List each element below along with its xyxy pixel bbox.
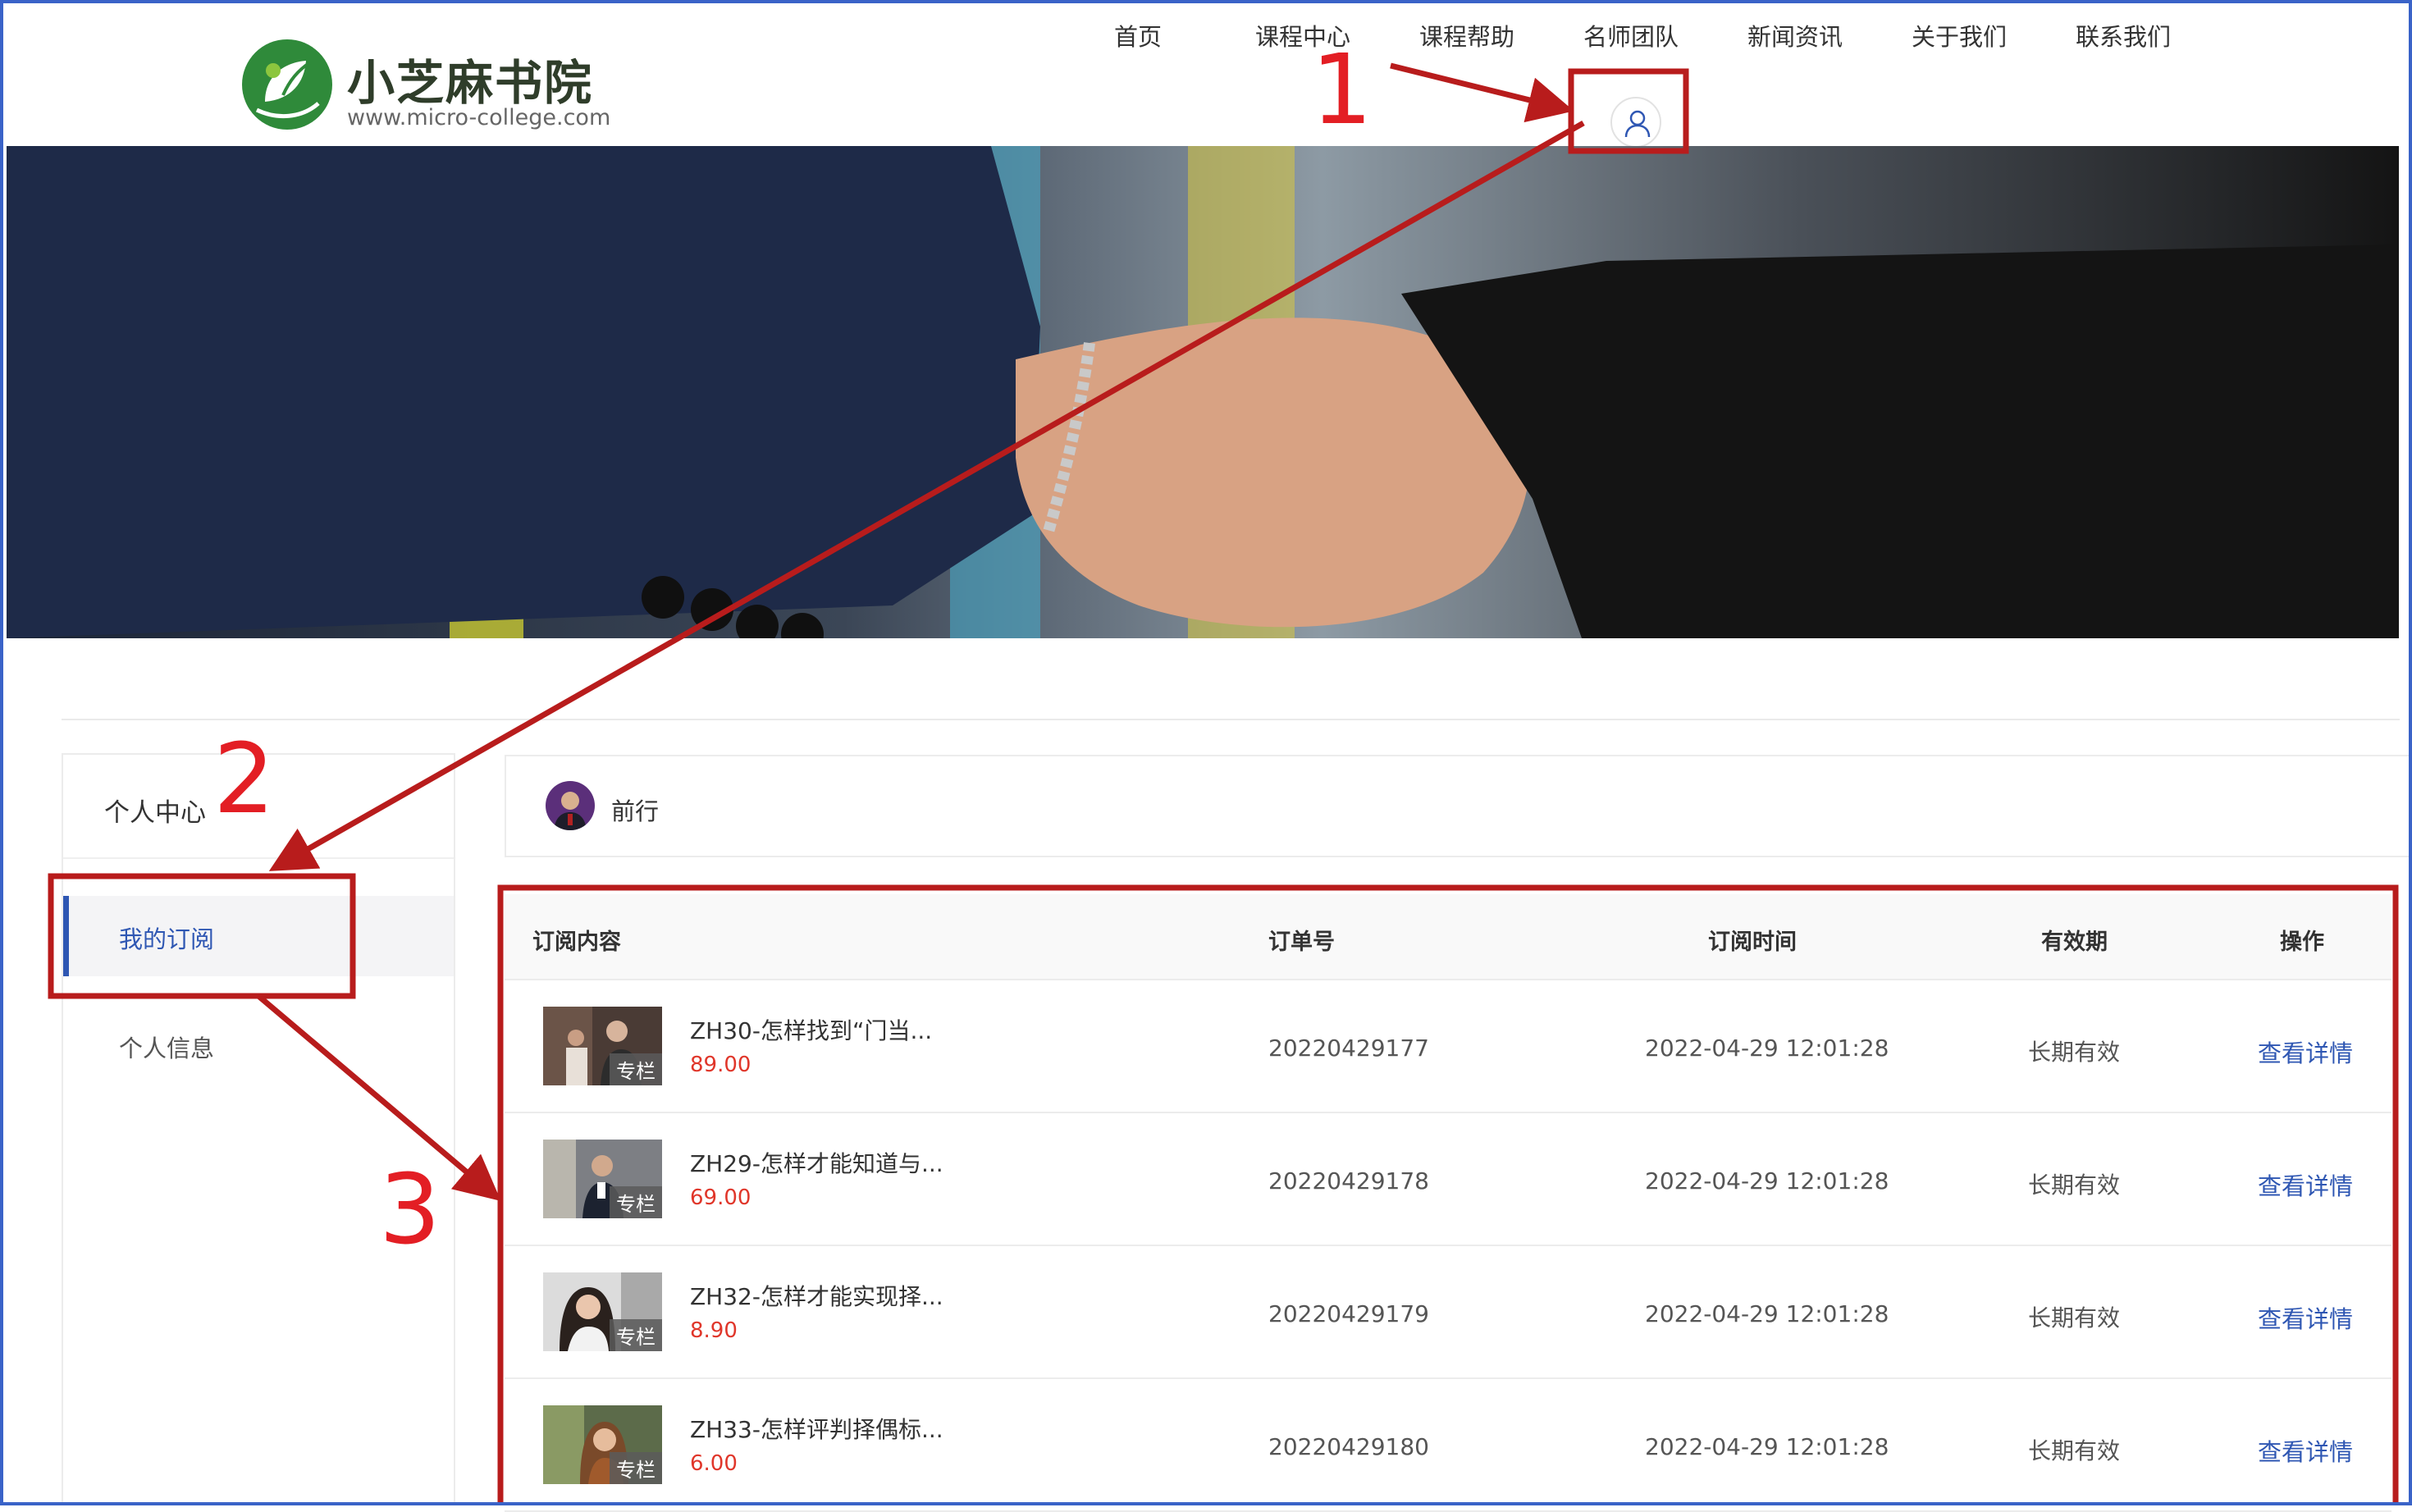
- annotation-number-2: 2: [213, 722, 276, 835]
- arrow-to-table: [256, 994, 501, 1202]
- annotation-number-1: 1: [1311, 33, 1373, 146]
- highlight-my-subscriptions: [48, 873, 356, 999]
- arrow-to-my-subscriptions: [268, 120, 1585, 871]
- highlight-subscription-table: [497, 884, 2399, 1505]
- annotation-overlay: [48, 62, 2399, 1505]
- annotation-number-3: 3: [379, 1153, 441, 1266]
- highlight-user-button: [1568, 68, 1689, 154]
- arrow-to-user-button: [1390, 62, 1574, 123]
